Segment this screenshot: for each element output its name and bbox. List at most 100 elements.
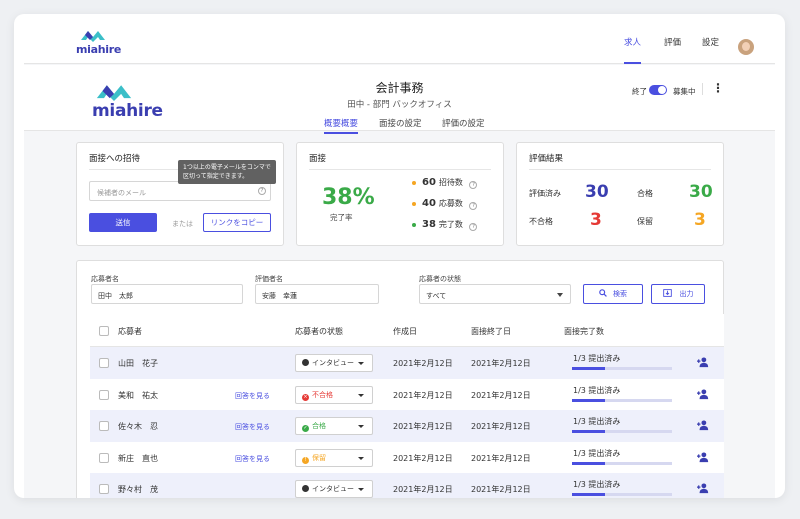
created-date: 2021年2月12日 [393,485,453,494]
copy-link-button[interactable]: リンクをコピー [203,213,271,232]
evaluator-name-input[interactable]: 安藤 幸蓮 [255,284,379,304]
brand-logo-small[interactable]: miahire [76,28,126,58]
select-all-checkbox[interactable] [99,326,109,336]
status-value: 不合格 [312,390,333,399]
check-icon: ✓ [302,425,309,432]
stat-value: 38 [422,219,436,230]
chevron-down-icon [358,393,364,397]
tab-evaluation-settings[interactable]: 評価の設定 [442,117,485,132]
add-user-icon[interactable] [697,388,709,400]
nav-evaluation[interactable]: 評価 [664,22,681,64]
applicant-name[interactable]: 佐々木 忍 [118,421,158,432]
completion-rate-label: 完了率 [330,213,353,222]
progress-bar [572,367,672,370]
applicant-name[interactable]: 山田 花子 [118,358,158,369]
stat-completed: 38 完了数 ? [412,219,478,231]
nav-settings[interactable]: 設定 [702,22,719,64]
top-navigation-bar: miahire 求人 評価 設定 [24,22,775,64]
progress-bar [572,461,672,465]
applicant-status-value: すべて [426,292,447,300]
ended-date: 2021年2月12日 [471,390,531,400]
column-header-applicant[interactable]: 応募者 [118,326,142,337]
add-user-icon[interactable] [697,356,709,368]
status-value: 合格 [312,422,326,430]
status-dot [412,222,416,227]
tab-interview-settings[interactable]: 面接の設定 [379,117,422,132]
help-icon[interactable]: ? [258,187,266,195]
tab-overview[interactable]: 概要概要 [324,117,359,134]
add-user-icon[interactable] [697,482,709,494]
row-checkbox[interactable] [99,452,109,463]
stat-invited: 60 招待数 ? [412,177,478,189]
row-checkbox[interactable] [99,389,109,400]
view-answers-link[interactable]: 回答を見る [235,422,270,432]
stat-value: 60 [422,177,436,188]
status-value: 保留 [312,453,326,462]
progress-bar [572,430,672,433]
status-select[interactable]: ! 保留 [295,448,373,467]
applicant-status-select[interactable]: すべて [419,284,571,304]
status-select[interactable]: ✓ 合格 [295,417,373,435]
column-header-created[interactable]: 作成日 [393,326,417,337]
send-button[interactable]: 送信 [89,213,157,232]
add-user-icon[interactable] [697,451,709,463]
applicant-name[interactable]: 野々村 茂 [118,484,158,495]
applicant-name[interactable]: 美和 祐太 [118,390,158,401]
row-checkbox[interactable] [99,421,109,431]
app-window: miahire 求人 評価 設定 miahire 会計事務 田中 - 部門 バッ… [14,14,785,498]
nav-jobs[interactable]: 求人 [624,22,642,64]
close-icon: × [302,393,309,401]
row-checkbox[interactable] [99,358,109,368]
on-hold-count: 3 [694,210,706,230]
row-checkbox[interactable] [99,484,109,494]
column-header-progress[interactable]: 面接完了数 [564,326,604,337]
candidate-email-input[interactable]: 候補者のメール [89,181,271,201]
user-avatar[interactable] [738,39,754,55]
applicant-name[interactable]: 新庄 直也 [118,453,158,464]
search-icon [599,289,607,297]
table-row[interactable]: 野々村 茂 インタビュー 2021年2月12日 2021年2月12日 1/3 提出済み [90,473,724,498]
progress-bar [572,398,672,402]
evaluated-label: 評価済み [529,189,561,198]
status-dot [412,201,416,206]
applicant-name-input[interactable]: 田中 太郎 [91,284,243,304]
status-value: インタビュー [312,485,354,493]
column-header-status[interactable]: 応募者の状態 [295,326,343,337]
table-row[interactable]: 美和 祐太 回答を見る × 不合格 2021年2月12日 2021年2月12日 1/3 提出… [90,378,724,411]
view-answers-link[interactable]: 回答を見る [235,454,270,464]
progress-fill [572,461,606,465]
status-select[interactable]: インタビュー [295,480,373,498]
stat-value: 40 [422,198,436,209]
warning-icon: ! [302,456,309,464]
table-row[interactable]: 山田 花子 インタビュー 2021年2月12日 2021年2月12日 1/3 提出済み [90,347,724,379]
stat-label: 完了数 [438,220,463,229]
status-select[interactable]: インタビュー [295,354,373,372]
search-button[interactable]: 検索 [583,284,643,304]
add-user-icon[interactable] [697,419,709,431]
progress-text: 1/3 提出済み [573,417,621,426]
applicant-name-label: 応募者名 [91,275,119,283]
divider [309,169,491,170]
more-menu-icon[interactable]: ⋮ [712,81,724,95]
invite-card-title: 面接への招待 [89,154,141,164]
progress-text: 1/3 提出済み [573,480,621,489]
on-hold-label: 保留 [637,217,653,226]
table-row[interactable]: 佐々木 忍 回答を見る ✓ 合格 2021年2月12日 2021年2月12日 1/3 提出済… [90,410,724,442]
chevron-down-icon [358,456,364,460]
view-answers-link[interactable]: 回答を見る [235,391,270,401]
recruiting-toggle[interactable] [649,85,667,95]
stat-label: 応募数 [438,199,463,208]
column-header-ended[interactable]: 面接終了日 [471,326,511,337]
help-icon[interactable]: ? [469,181,478,189]
created-date: 2021年2月12日 [393,359,453,368]
help-icon[interactable]: ? [469,202,478,210]
job-header: miahire 会計事務 田中 - 部門 バックオフィス 概要概要 面接の設定 … [24,65,775,134]
stat-label: 招待数 [438,178,463,187]
status-select[interactable]: × 不合格 [295,385,373,404]
chevron-down-icon [557,293,563,297]
toggle-on-label: 募集中 [673,87,696,96]
export-button[interactable]: 出力 [651,284,705,304]
ended-date: 2021年2月12日 [471,485,531,494]
help-icon[interactable]: ? [469,223,478,231]
table-row[interactable]: 新庄 直也 回答を見る! 保留 2021年2月12日 2021年2月12日 1/3 提出済… [90,441,724,474]
